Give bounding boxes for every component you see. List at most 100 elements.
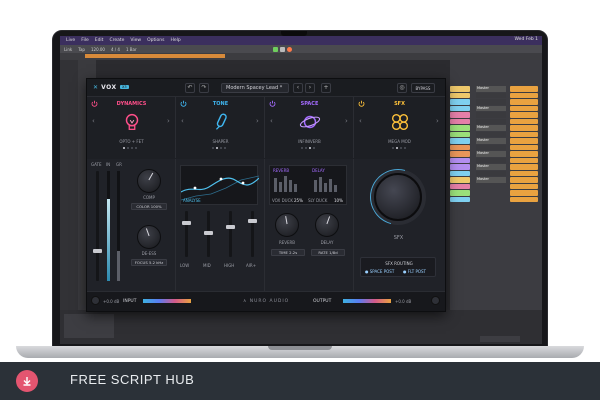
next-module-icon[interactable]: › (436, 117, 439, 125)
link-button[interactable]: Link (64, 47, 72, 52)
prev-module-icon[interactable]: ‹ (92, 117, 95, 125)
route-flt-post[interactable]: ● FLT POST (403, 269, 426, 274)
space-panel: REVERB DELAY VOX DUCK 25% SLY DUCK 10% R… (265, 159, 354, 291)
browser-sidebar[interactable] (60, 60, 78, 310)
module-title: SPACE (300, 101, 319, 107)
input-value: +0.0 dB (103, 299, 120, 304)
module-sub: MEGA MOD (388, 139, 411, 144)
bypass-button[interactable]: BYPASS (411, 83, 435, 93)
module-sub: OPTO + FET (119, 139, 144, 144)
sfx-knob[interactable] (374, 173, 422, 221)
track-name[interactable]: Master (476, 151, 506, 157)
sly-duck-value[interactable]: 10% (334, 198, 343, 203)
menu-item-view[interactable]: View (130, 38, 141, 43)
output-value: +0.0 dB (395, 299, 412, 304)
low-label: LOW (180, 263, 190, 268)
track-name[interactable]: Master (476, 177, 506, 183)
redo-icon[interactable]: ↷ (199, 83, 209, 93)
daw-toolbar: Link Tap 120.00 4 / 4 1 Bar (60, 45, 542, 53)
tempo-field[interactable]: 120.00 (91, 47, 105, 52)
sfx-routing-box: SFX ROUTING ● SPACE POST ● FLT POST (360, 257, 436, 277)
in-label: IN (106, 162, 111, 167)
menu-item-file[interactable]: File (81, 38, 89, 43)
module-title: DYNAMICS (116, 101, 147, 107)
next-preset-icon[interactable]: › (305, 83, 315, 93)
play-icon[interactable] (272, 46, 278, 52)
analyse-label[interactable]: ANALYSE (183, 198, 201, 203)
prev-module-icon[interactable]: ‹ (181, 117, 184, 125)
menu-item-live[interactable]: Live (66, 38, 75, 43)
menu-item-edit[interactable]: Edit (95, 38, 104, 43)
bulb-icon[interactable] (121, 111, 143, 133)
reverb-time[interactable]: TIME 2.2s (271, 249, 305, 256)
stop-icon[interactable] (279, 46, 285, 52)
track-name[interactable]: Master (476, 86, 506, 92)
camera-notch (281, 31, 307, 36)
mid-label: MID (203, 263, 211, 268)
time-signature[interactable]: 4 / 4 (111, 47, 120, 52)
next-module-icon[interactable]: › (256, 117, 259, 125)
tap-button[interactable]: Tap (78, 47, 85, 52)
deess-knob[interactable] (137, 225, 161, 249)
download-icon[interactable] (16, 370, 38, 392)
space-display: REVERB DELAY VOX DUCK 25% SLY DUCK 10% (269, 165, 347, 205)
route-space-post[interactable]: ● SPACE POST (365, 269, 394, 274)
gr-meter (117, 171, 120, 281)
comp-color-value[interactable]: COLOR 100% (131, 203, 167, 210)
quantize-menu[interactable]: 1 Bar (126, 47, 137, 52)
prev-module-icon[interactable]: ‹ (359, 117, 362, 125)
add-preset-icon[interactable]: + (321, 83, 331, 93)
menu-item-create[interactable]: Create (109, 38, 124, 43)
mid-fader[interactable] (204, 211, 213, 257)
plugin-footer: +0.0 dB INPUT ∧ NURO AUDIO OUTPUT +0.0 d… (87, 291, 445, 311)
delay-label: DELAY (320, 240, 334, 245)
delay-rate[interactable]: RATE 1/8d (311, 249, 345, 256)
settings-icon[interactable]: ◎ (397, 83, 407, 93)
input-meter-bar (143, 299, 191, 303)
vox-duck-label: VOX DUCK (272, 198, 293, 203)
delay-knob[interactable] (315, 213, 339, 237)
vox-plugin-window: ✕ VOX X3 ↶ ↷ Modern Spacey Lead * ‹ › + … (86, 78, 446, 312)
undo-icon[interactable]: ↶ (185, 83, 195, 93)
input-meter (107, 171, 110, 281)
laptop-frame: Live File Edit Create View Options Help … (52, 30, 548, 348)
comp-label: COMP (143, 195, 155, 200)
planet-icon[interactable] (299, 111, 321, 133)
menu-item-help[interactable]: Help (170, 38, 180, 43)
track-name[interactable]: Master (476, 105, 506, 111)
device-view (60, 310, 542, 344)
comp-knob[interactable] (137, 169, 161, 193)
output-knob[interactable] (431, 296, 440, 305)
vox-duck-value[interactable]: 25% (294, 198, 303, 203)
module-dynamics: DYNAMICS ‹ › OPTO + FET (87, 97, 176, 158)
gr-label: GR (116, 162, 122, 167)
tube-icon[interactable] (210, 111, 232, 133)
track-name[interactable]: Master (476, 125, 506, 131)
next-module-icon[interactable]: › (345, 117, 348, 125)
reverb-knob[interactable] (275, 213, 299, 237)
deess-focus-value[interactable]: FOCUS 5.2 kHz (131, 259, 167, 266)
dynamics-panel: GATE IN GR COMP COLOR 100% DE-ESS FOCUS … (87, 159, 176, 291)
record-icon[interactable] (286, 46, 292, 52)
menu-bar: Live File Edit Create View Options Help … (60, 36, 542, 45)
next-module-icon[interactable]: › (167, 117, 170, 125)
track-name[interactable]: Master (476, 138, 506, 144)
device-slot[interactable] (64, 314, 114, 338)
laptop-lid-notch (268, 346, 332, 350)
track-selector[interactable] (480, 336, 520, 342)
sfx-label: SFX (393, 235, 404, 241)
high-fader[interactable] (226, 211, 235, 257)
prev-module-icon[interactable]: ‹ (270, 117, 273, 125)
input-knob[interactable] (91, 296, 100, 305)
low-fader[interactable] (182, 211, 191, 257)
preset-name[interactable]: Modern Spacey Lead * (221, 83, 289, 93)
gate-fader[interactable] (93, 171, 102, 281)
vox-logo: ✕ VOX (93, 84, 117, 91)
menu-item-options[interactable]: Options (147, 38, 164, 43)
air-fader[interactable] (248, 211, 257, 257)
track-name[interactable]: Master (476, 164, 506, 170)
air-label: AIR+ (246, 263, 257, 268)
prev-preset-icon[interactable]: ‹ (293, 83, 303, 93)
eq-display[interactable]: ANALYSE (180, 165, 260, 205)
clover-icon[interactable] (389, 111, 411, 133)
